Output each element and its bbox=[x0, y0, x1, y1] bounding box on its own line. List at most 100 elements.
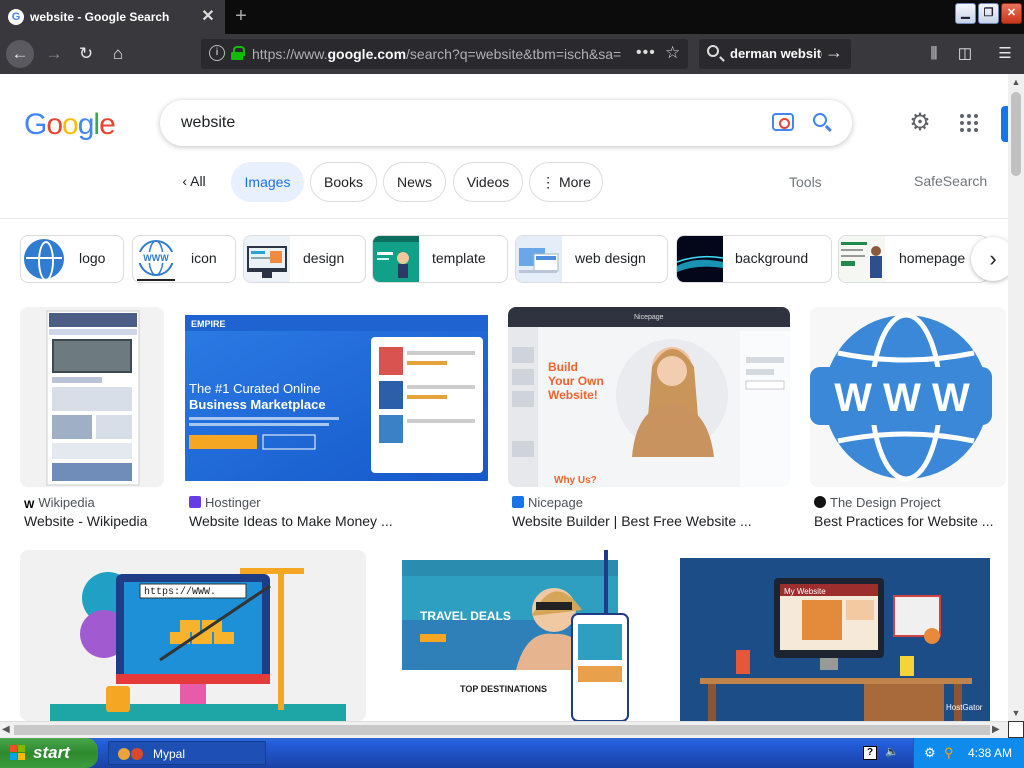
svg-text:Build: Build bbox=[548, 360, 578, 374]
wikipedia-favicon-icon: W bbox=[24, 499, 35, 511]
sign-in-button[interactable] bbox=[1001, 106, 1008, 142]
related-chip-design[interactable]: design bbox=[243, 235, 366, 283]
result-image-www-globe[interactable]: W W W bbox=[810, 307, 1006, 487]
result-image-hostgator-desk[interactable]: My Website HostGator bbox=[664, 550, 1008, 721]
search-input[interactable]: website bbox=[181, 114, 235, 132]
result-title[interactable]: Best Practices for Website ... bbox=[814, 513, 1000, 529]
site-info-icon[interactable]: i bbox=[209, 45, 225, 61]
result-card[interactable]: My Website HostGator bbox=[664, 550, 1008, 721]
sidebar-icon[interactable]: ◫ bbox=[953, 42, 977, 66]
tab-images[interactable]: Images bbox=[231, 162, 304, 202]
result-card[interactable]: https://WWW. bbox=[20, 550, 366, 721]
web-design-thumbnail bbox=[516, 236, 562, 282]
tab-more[interactable]: ⋮ More bbox=[529, 162, 603, 202]
www-globe-icon: WWW bbox=[133, 236, 179, 282]
tab-books[interactable]: Books bbox=[310, 162, 377, 202]
camera-search-icon[interactable] bbox=[772, 113, 794, 131]
result-source: Hostinger bbox=[189, 495, 261, 510]
horizontal-scroll-thumb[interactable] bbox=[14, 725, 990, 735]
scroll-down-arrow-icon[interactable]: ▼ bbox=[1008, 705, 1024, 721]
library-icon[interactable]: ⫼ bbox=[922, 42, 946, 66]
address-bar[interactable]: i https://www.google.com/search?q=websit… bbox=[201, 39, 688, 69]
design-project-favicon-icon bbox=[814, 496, 826, 508]
tools-button[interactable]: Tools bbox=[789, 174, 822, 190]
more-dots-icon: ⋮ bbox=[541, 174, 559, 190]
close-window-button[interactable]: ✕ bbox=[1001, 3, 1022, 24]
svg-text:W W W: W W W bbox=[834, 376, 970, 420]
chevron-right-icon[interactable]: › bbox=[971, 237, 1008, 281]
active-tab[interactable]: G website - Google Search ✕ bbox=[0, 0, 225, 34]
network-icon[interactable]: ⚙ bbox=[924, 745, 936, 761]
reload-button[interactable]: ↻ bbox=[72, 40, 100, 68]
related-chip-template[interactable]: template bbox=[372, 235, 508, 283]
result-image-nicepage[interactable]: Nicepage Build Your Own Website! Why Us? bbox=[508, 307, 790, 487]
horizontal-scrollbar[interactable]: ◀ ▶ bbox=[0, 721, 1008, 738]
vertical-scroll-thumb[interactable] bbox=[1011, 92, 1021, 176]
result-source: The Design Project bbox=[814, 495, 941, 510]
result-card[interactable]: TRAVEL DEALS TOP DESTINATIONS bbox=[386, 550, 644, 721]
result-image-hostinger[interactable]: EMPIRE The #1 Curated Online Business Ma… bbox=[185, 307, 488, 487]
close-tab-icon[interactable]: ✕ bbox=[198, 7, 218, 27]
hamburger-menu-icon[interactable]: ☰ bbox=[993, 42, 1017, 66]
tab-videos[interactable]: Videos bbox=[453, 162, 523, 202]
result-image-construction-website[interactable]: https://WWW. bbox=[20, 550, 366, 721]
volume-icon[interactable]: 🔈 bbox=[885, 745, 899, 761]
page-actions-icon[interactable]: ••• bbox=[636, 44, 656, 62]
tab-all[interactable]: ‹ All bbox=[164, 162, 224, 202]
template-thumbnail bbox=[373, 236, 419, 282]
result-source: Nicepage bbox=[512, 495, 583, 510]
safesearch-button[interactable]: SafeSearch bbox=[914, 173, 987, 189]
taskbar-item-mypal[interactable]: Mypal bbox=[108, 741, 266, 765]
search-box[interactable]: website bbox=[160, 100, 852, 146]
result-card[interactable]: Nicepage Build Your Own Website! Why Us? bbox=[508, 307, 790, 529]
result-card[interactable]: EMPIRE The #1 Curated Online Business Ma… bbox=[185, 307, 488, 529]
svg-text:Why Us?: Why Us? bbox=[554, 475, 597, 486]
related-chip-background[interactable]: background bbox=[676, 235, 832, 283]
google-logo[interactable]: Google bbox=[24, 108, 116, 142]
gear-icon[interactable]: ⚙ bbox=[907, 110, 933, 136]
svg-text:TOP DESTINATIONS: TOP DESTINATIONS bbox=[460, 684, 547, 694]
help-icon[interactable]: ? bbox=[863, 746, 877, 760]
url-text[interactable]: https://www.google.com/search?q=website&… bbox=[252, 46, 622, 62]
start-button[interactable]: start bbox=[0, 738, 98, 768]
search-tray-icon[interactable]: ⚲ bbox=[944, 745, 954, 761]
minimize-window-button[interactable]: ▁ bbox=[955, 3, 976, 24]
result-card[interactable]: W Wikipedia Website - Wikipedia bbox=[20, 307, 166, 529]
background-thumbnail bbox=[677, 236, 724, 282]
scrollbar-corner bbox=[1008, 721, 1024, 738]
apps-grid-icon[interactable] bbox=[960, 114, 978, 132]
result-title[interactable]: Website Ideas to Make Money ... bbox=[189, 513, 419, 529]
browser-search-bar[interactable]: derman website → bbox=[699, 39, 851, 69]
browser-search-text[interactable]: derman website bbox=[730, 46, 822, 61]
nicepage-favicon-icon bbox=[512, 496, 524, 508]
home-button[interactable]: ⌂ bbox=[104, 40, 132, 68]
result-title[interactable]: Website - Wikipedia bbox=[24, 513, 166, 529]
scroll-up-arrow-icon[interactable]: ▲ bbox=[1008, 74, 1024, 90]
scroll-right-arrow-icon[interactable]: ▶ bbox=[992, 722, 1000, 738]
bookmark-star-icon[interactable]: ☆ bbox=[665, 43, 680, 63]
related-chip-logo[interactable]: logo bbox=[20, 235, 124, 283]
svg-text:Nicepage: Nicepage bbox=[634, 314, 664, 321]
google-favicon-icon: G bbox=[8, 9, 24, 25]
result-image-travel-website[interactable]: TRAVEL DEALS TOP DESTINATIONS bbox=[386, 550, 644, 721]
chevron-left-icon: ‹ bbox=[182, 173, 191, 189]
search-go-arrow-icon[interactable]: → bbox=[825, 42, 843, 63]
svg-text:https://WWW.: https://WWW. bbox=[144, 586, 216, 598]
forward-button[interactable]: → bbox=[40, 40, 68, 68]
vertical-scrollbar[interactable]: ▲ ▼ bbox=[1008, 74, 1024, 721]
search-icon[interactable] bbox=[813, 113, 827, 127]
related-chip-homepage[interactable]: homepage bbox=[838, 235, 988, 283]
back-button[interactable]: ← bbox=[6, 40, 34, 68]
result-image-wikipedia[interactable] bbox=[20, 307, 164, 487]
page-viewport: Google website ⚙ ‹ All Images Books News… bbox=[0, 74, 1008, 721]
windows-taskbar: start Mypal ? 🔈 ⚙ ⚲ 4:38 AM bbox=[0, 738, 1024, 768]
scroll-left-arrow-icon[interactable]: ◀ bbox=[2, 722, 10, 738]
result-card[interactable]: W W W The Design Project Best Practices … bbox=[810, 307, 1008, 529]
maximize-window-button[interactable]: ❐ bbox=[978, 3, 999, 24]
result-title[interactable]: Website Builder | Best Free Website ... bbox=[512, 513, 772, 529]
tab-news[interactable]: News bbox=[383, 162, 446, 202]
homepage-thumbnail bbox=[839, 236, 885, 282]
related-chip-icon[interactable]: WWW icon bbox=[132, 235, 236, 283]
related-chip-web-design[interactable]: web design bbox=[515, 235, 668, 283]
new-tab-button[interactable]: + bbox=[230, 4, 252, 28]
